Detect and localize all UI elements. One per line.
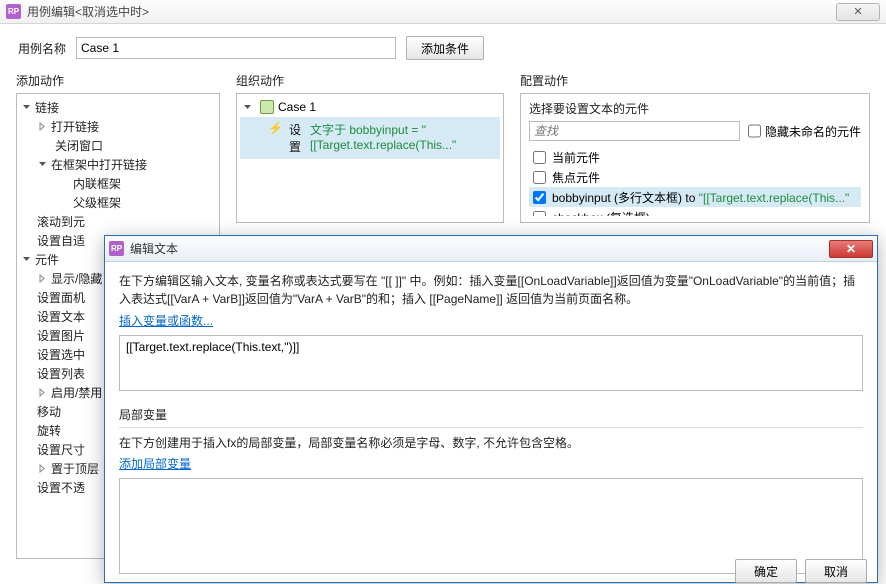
org-case-row[interactable]: Case 1 [240,97,500,117]
checkbox[interactable] [533,191,546,204]
tree-node[interactable]: 打开链接 [51,118,99,135]
tree-node[interactable]: 移动 [37,403,61,420]
local-vars-header: 局部变量 [119,406,863,423]
tree-node[interactable]: 设置文本 [37,308,85,325]
organize-action-box[interactable]: Case 1 ⚡ 设置 文字于 bobbyinput = "[[Target.t… [236,93,504,223]
dialog-titlebar: RP 编辑文本 ✕ [105,236,877,262]
org-action-text: 文字于 bobbyinput = "[[Target.text.replace(… [310,121,496,155]
expand-icon[interactable] [37,273,48,284]
tree-node[interactable]: 设置图片 [37,327,85,344]
dialog-hint: 在下方编辑区输入文本, 变量名称或表达式要写在 "[[ ]]" 中。例如：插入变… [119,272,863,308]
case-icon [260,100,274,114]
list-item: 当前元件 [529,147,861,167]
checkbox[interactable] [533,211,546,217]
list-item: bobbyinput (多行文本框) to "[[Target.text.rep… [529,187,861,207]
expand-icon[interactable] [37,463,48,474]
checkbox[interactable] [533,151,546,164]
organize-action-header: 组织动作 [236,72,504,89]
org-action-row[interactable]: ⚡ 设置 文字于 bobbyinput = "[[Target.text.rep… [240,117,500,159]
org-set-label: 设置 [289,121,306,155]
edit-text-dialog: RP 编辑文本 ✕ 在下方编辑区输入文本, 变量名称或表达式要写在 "[[ ]]… [104,235,878,583]
tree-node[interactable]: 置于顶层 [51,460,99,477]
tree-node[interactable]: 在框架中打开链接 [51,156,147,173]
tree-node[interactable]: 设置尺寸 [37,441,85,458]
expand-icon[interactable] [37,121,48,132]
window-title: 用例编辑<取消选中时> [27,3,836,20]
list-item: 焦点元件 [529,167,861,187]
tree-node[interactable]: 父级框架 [73,194,121,211]
collapse-icon[interactable] [242,102,253,113]
bolt-icon: ⚡ [268,121,283,155]
tree-node[interactable]: 设置选中 [37,346,85,363]
configure-action-header: 配置动作 [520,72,870,89]
find-input[interactable] [529,121,740,141]
configure-box: 选择要设置文本的元件 隐藏未命名的元件 当前元件 焦点元件 bobbyinput… [520,93,870,223]
dialog-title: 编辑文本 [130,240,829,257]
app-logo-icon: RP [109,241,124,256]
org-case-label: Case 1 [278,100,316,114]
list-item: checkbox (复选框) [529,207,861,216]
close-icon[interactable]: ✕ [836,3,880,21]
tree-node[interactable]: 内联框架 [73,175,121,192]
case-name-input[interactable] [76,37,396,59]
cancel-button[interactable]: 取消 [805,559,867,583]
case-name-label: 用例名称 [18,40,66,57]
collapse-icon[interactable] [21,254,32,265]
expression-input[interactable] [119,335,863,391]
collapse-icon[interactable] [21,102,32,113]
tree-node[interactable]: 元件 [35,251,59,268]
checkbox[interactable] [533,171,546,184]
case-name-row: 用例名称 添加条件 [0,24,886,72]
tree-node[interactable]: 启用/禁用 [51,384,102,401]
local-vars-hint: 在下方创建用于插入fx的局部变量，局部变量名称必须是字母、数字, 不允许包含空格… [119,434,863,451]
add-local-var-link[interactable]: 添加局部变量 [119,455,191,472]
tree-node[interactable]: 链接 [35,99,59,116]
app-logo-icon: RP [6,4,21,19]
add-condition-button[interactable]: 添加条件 [406,36,484,60]
tree-node[interactable]: 设置列表 [37,365,85,382]
insert-variable-link[interactable]: 插入变量或函数... [119,312,213,329]
collapse-icon[interactable] [37,159,48,170]
close-icon[interactable]: ✕ [829,240,873,258]
divider [119,427,863,428]
widget-list[interactable]: 当前元件 焦点元件 bobbyinput (多行文本框) to "[[Targe… [529,147,861,216]
tree-node[interactable]: 设置自适 [37,232,85,249]
titlebar: RP 用例编辑<取消选中时> ✕ [0,0,886,24]
tree-node[interactable]: 显示/隐藏 [51,270,102,287]
tree-node[interactable]: 设置面机 [37,289,85,306]
expand-icon[interactable] [37,387,48,398]
tree-node[interactable]: 关闭窗口 [55,137,103,154]
hide-unnamed-checkbox[interactable]: 隐藏未命名的元件 [748,121,861,141]
tree-node[interactable]: 滚动到元 [37,213,85,230]
ok-button[interactable]: 确定 [735,559,797,583]
add-action-header: 添加动作 [16,72,220,89]
pick-widget-label: 选择要设置文本的元件 [529,100,861,117]
tree-node[interactable]: 旋转 [37,422,61,439]
tree-node[interactable]: 设置不透 [37,479,85,496]
